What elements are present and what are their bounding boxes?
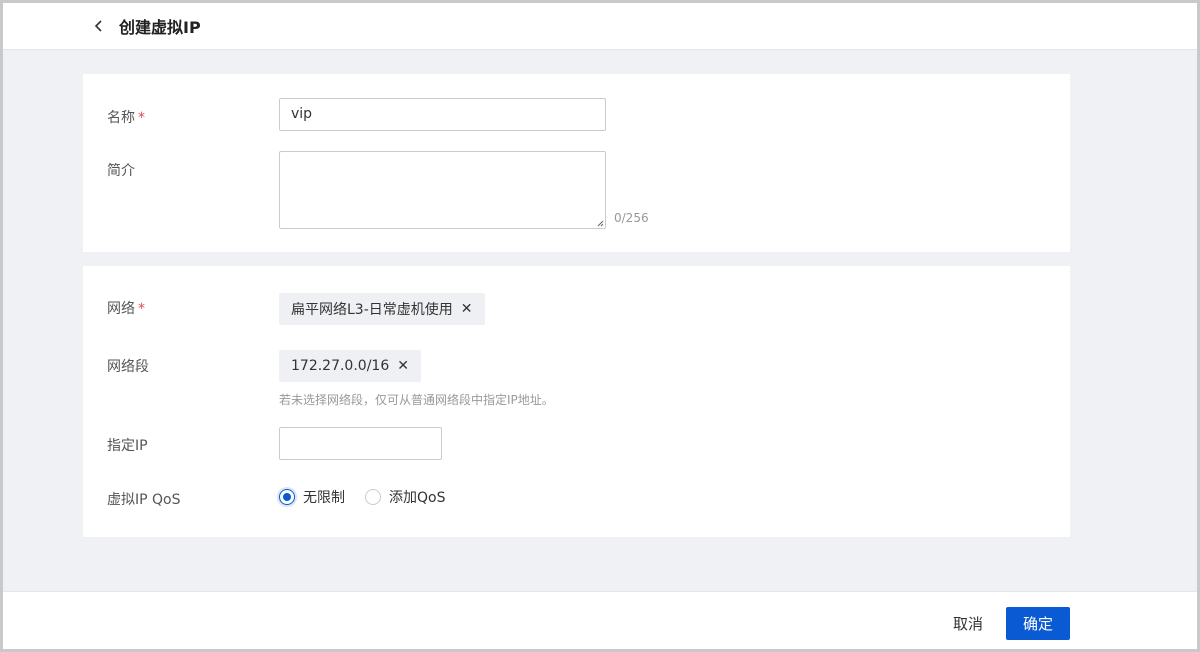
page-header: 创建虚拟IP [3,3,1197,50]
resize-handle-icon[interactable] [596,219,604,227]
confirm-button[interactable]: 确定 [1006,607,1070,640]
qos-option-label: 添加QoS [389,490,446,506]
close-icon[interactable]: ✕ [397,359,409,373]
footer-bar: 取消 确定 [3,591,1197,649]
network-label: 网络 * [107,298,145,318]
radio-checked-icon[interactable] [279,489,295,505]
name-label: 名称 * [107,107,145,127]
description-label: 简介 [107,163,135,179]
qos-radio-group: 无限制 添加QoS [279,487,465,507]
back-button[interactable] [89,15,109,37]
radio-unchecked-icon[interactable] [365,489,381,505]
required-mark: * [138,301,145,317]
qos-option-label: 无限制 [303,490,345,506]
page-title: 创建虚拟IP [119,18,201,37]
segment-tag-label: 172.27.0.0/16 [291,358,390,374]
network-tag-label: 扁平网络L3-日常虚机使用 [291,302,453,318]
description-counter: 0/256 [614,211,649,225]
close-icon[interactable]: ✕ [461,302,473,316]
basic-info-card: 名称 * vip 简介 0/256 [83,74,1070,252]
required-mark: * [138,110,145,126]
segment-tag: 172.27.0.0/16 ✕ [279,350,421,382]
network-tag: 扁平网络L3-日常虚机使用 ✕ [279,293,485,325]
qos-option-add[interactable]: 添加QoS [365,487,445,507]
qos-label: 虚拟IP QoS [107,492,181,508]
ip-label: 指定IP [107,438,148,454]
name-label-text: 名称 [107,110,135,126]
cancel-button[interactable]: 取消 [939,607,997,639]
description-textarea[interactable] [279,151,606,229]
name-input[interactable]: vip [279,98,606,131]
ip-input[interactable] [279,427,442,460]
segment-label: 网络段 [107,359,149,375]
segment-hint: 若未选择网络段，仅可从普通网络段中指定IP地址。 [279,393,554,407]
qos-option-unlimited[interactable]: 无限制 [279,487,345,507]
network-card: 网络 * 扁平网络L3-日常虚机使用 ✕ 网络段 172.27.0.0/16 ✕ … [83,266,1070,537]
network-label-text: 网络 [107,301,135,317]
chevron-left-icon [94,20,102,32]
